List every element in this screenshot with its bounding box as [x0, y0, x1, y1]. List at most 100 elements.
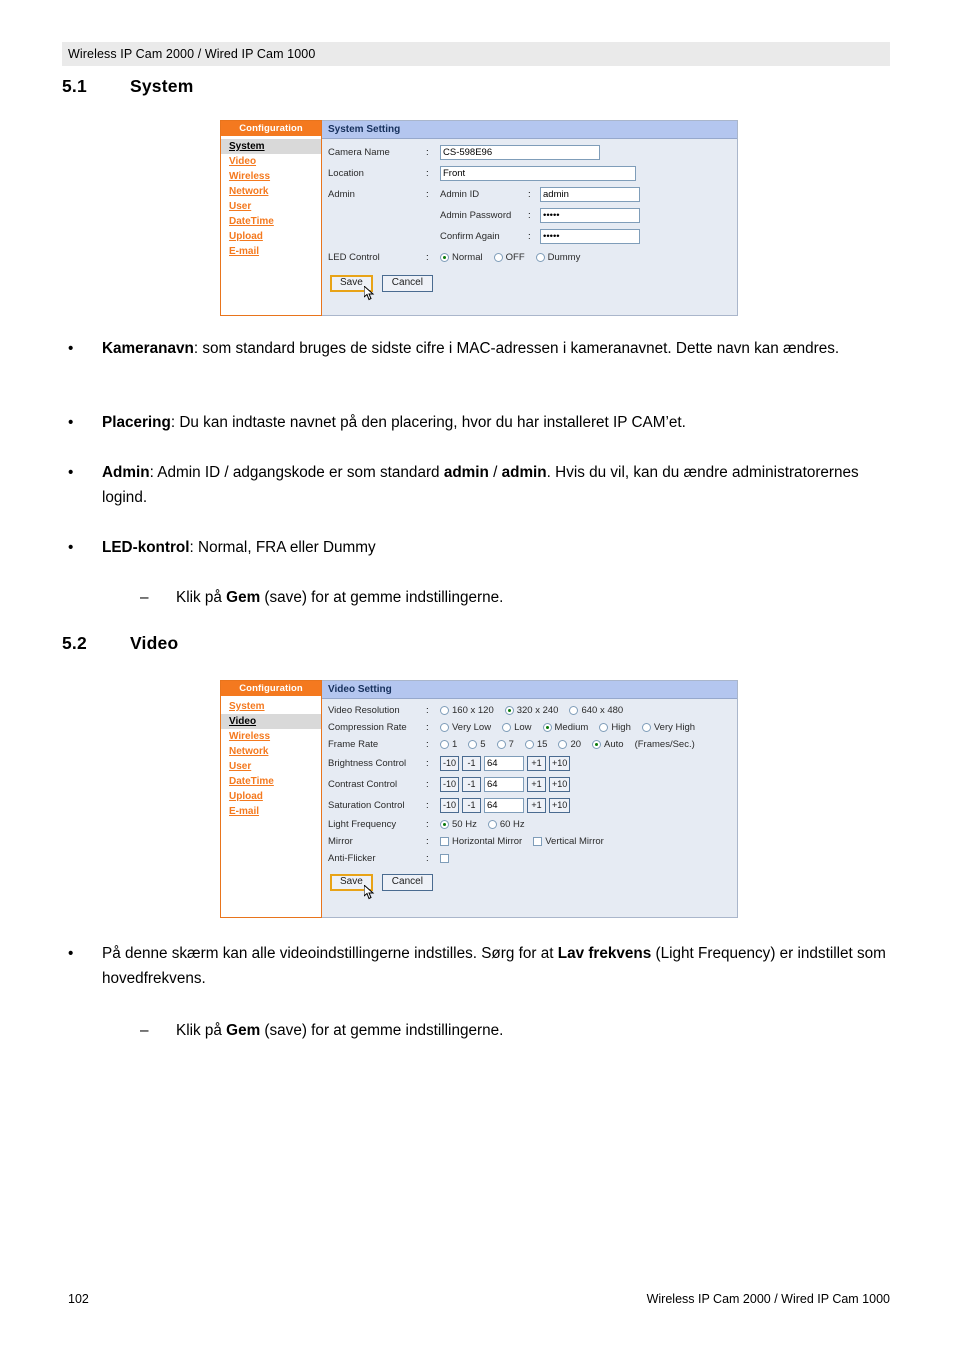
sidebar-item-datetime[interactable]: DateTime	[221, 214, 321, 229]
checkbox-vertical-mirror[interactable]: Vertical Mirror	[533, 836, 604, 847]
brightness-minus-1-button[interactable]: -1	[462, 756, 482, 771]
radio-icon	[440, 740, 449, 749]
sidebar-item-network[interactable]: Network	[221, 184, 321, 199]
radio-light-60hz[interactable]: 60 Hz	[487, 819, 525, 830]
bullet-strong: Kameranavn	[102, 340, 194, 357]
admin-password-input[interactable]	[540, 208, 640, 223]
sidebar-item-network[interactable]: Network	[221, 744, 321, 759]
system-setting-panel: System Setting Camera Name : Location : …	[322, 120, 738, 316]
checkbox-icon	[533, 837, 543, 846]
colon: :	[426, 779, 429, 790]
contrast-minus-1-button[interactable]: -1	[462, 777, 482, 792]
confirm-again-input[interactable]	[540, 229, 640, 244]
sidebar-item-upload[interactable]: Upload	[221, 229, 321, 244]
panel-title-video-setting: Video Setting	[322, 681, 737, 699]
colon: :	[426, 853, 429, 864]
sidebar-item-wireless[interactable]: Wireless	[221, 729, 321, 744]
radio-label: 20	[570, 739, 582, 750]
saturation-minus-1-button[interactable]: -1	[462, 798, 482, 813]
radio-label: 160 x 120	[452, 705, 494, 716]
colon: :	[528, 210, 531, 221]
page-title-section-5-2: 5.2 Video	[62, 633, 178, 654]
mouse-cursor-icon	[364, 286, 375, 301]
subbullet-text: Klik på Gem (save) for at gemme indstill…	[176, 1018, 880, 1043]
checkbox-anti-flicker[interactable]	[440, 854, 452, 863]
bullet-text: Kameranavn: som standard bruges de sidst…	[102, 336, 888, 361]
sidebar-item-email[interactable]: E-mail	[221, 804, 321, 819]
location-input[interactable]	[440, 166, 636, 181]
sidebar-item-upload[interactable]: Upload	[221, 789, 321, 804]
sidebar-item-email[interactable]: E-mail	[221, 244, 321, 259]
brightness-plus-10-button[interactable]: +10	[549, 756, 571, 771]
cancel-button[interactable]: Cancel	[381, 275, 433, 292]
brightness-plus-1-button[interactable]: +1	[527, 756, 547, 771]
bullet-bold-admin-b: admin	[501, 464, 547, 481]
contrast-plus-10-button[interactable]: +10	[549, 777, 571, 792]
radio-icon	[592, 740, 602, 749]
bullet-strong: LED-kontrol	[102, 539, 190, 556]
contrast-plus-1-button[interactable]: +1	[527, 777, 547, 792]
radio-label: 1	[452, 739, 458, 750]
sidebar-item-video[interactable]: Video	[221, 714, 321, 729]
video-setting-body: Video Resolution : 160 x 120 320 x 240 6…	[322, 699, 737, 900]
radio-fps-20[interactable]: 20	[558, 739, 581, 750]
panel-title-system-setting: System Setting	[322, 121, 737, 139]
sidebar-item-system[interactable]: System	[221, 139, 321, 154]
row-admin-password: Admin Password :	[328, 208, 737, 223]
colon: :	[426, 739, 429, 750]
sidebar-item-system[interactable]: System	[221, 699, 321, 714]
checkbox-label: Vertical Mirror	[545, 836, 604, 847]
saturation-minus-10-button[interactable]: -10	[440, 798, 460, 813]
radio-res-320x240[interactable]: 320 x 240	[504, 705, 558, 716]
radio-compression-very-low[interactable]: Very Low	[440, 722, 491, 733]
row-location: Location :	[328, 166, 737, 181]
cancel-button[interactable]: Cancel	[381, 874, 433, 891]
radio-led-off[interactable]: OFF	[493, 252, 525, 263]
brightness-minus-10-button[interactable]: -10	[440, 756, 460, 771]
subbullet-pre: Klik på	[176, 589, 227, 606]
radio-compression-high[interactable]: High	[599, 722, 631, 733]
sidebar-item-datetime[interactable]: DateTime	[221, 774, 321, 789]
row-video-resolution: Video Resolution : 160 x 120 320 x 240 6…	[328, 705, 737, 716]
radio-led-normal[interactable]: Normal	[440, 252, 483, 263]
system-button-row: Save Cancel	[328, 271, 737, 301]
bullet-pre: På denne skærm kan alle videoindstilling…	[102, 945, 558, 962]
radio-compression-very-high[interactable]: Very High	[641, 722, 696, 733]
radio-res-160x120[interactable]: 160 x 120	[440, 705, 494, 716]
sidebar-item-user[interactable]: User	[221, 759, 321, 774]
radio-res-640x480[interactable]: 640 x 480	[569, 705, 623, 716]
saturation-plus-10-button[interactable]: +10	[549, 798, 571, 813]
radio-led-dummy[interactable]: Dummy	[535, 252, 580, 263]
admin-id-input[interactable]	[540, 187, 640, 202]
sidebar-item-video[interactable]: Video	[221, 154, 321, 169]
radio-compression-low[interactable]: Low	[502, 722, 532, 733]
subbullet-strong: Gem	[226, 1022, 261, 1039]
radio-icon	[440, 723, 449, 732]
contrast-minus-10-button[interactable]: -10	[440, 777, 460, 792]
camera-name-input[interactable]	[440, 145, 600, 160]
bullet-text: Admin: Admin ID / adgangskode er som sta…	[102, 460, 888, 510]
subbullet-gem-save-1: – Klik på Gem (save) for at gemme indsti…	[140, 585, 880, 610]
checkbox-label: Horizontal Mirror	[452, 836, 523, 847]
radio-fps-7[interactable]: 7	[496, 739, 514, 750]
row-brightness-control: Brightness Control : -10 -1 +1 +10	[328, 756, 737, 771]
radio-fps-1[interactable]: 1	[440, 739, 457, 750]
radio-label: Very High	[653, 722, 696, 733]
radio-label: Very Low	[452, 722, 492, 733]
radio-fps-5[interactable]: 5	[468, 739, 486, 750]
sidebar-item-wireless[interactable]: Wireless	[221, 169, 321, 184]
saturation-input[interactable]	[484, 798, 525, 813]
contrast-input[interactable]	[484, 777, 525, 792]
colon: :	[426, 147, 429, 158]
checkbox-icon	[440, 854, 449, 863]
radio-fps-auto[interactable]: Auto	[592, 739, 624, 750]
brightness-input[interactable]	[484, 756, 525, 771]
checkbox-horizontal-mirror[interactable]: Horizontal Mirror	[440, 836, 522, 847]
saturation-plus-1-button[interactable]: +1	[527, 798, 547, 813]
radio-fps-15[interactable]: 15	[524, 739, 547, 750]
sidebar-item-user[interactable]: User	[221, 199, 321, 214]
radio-compression-medium[interactable]: Medium	[542, 722, 588, 733]
radio-light-50hz[interactable]: 50 Hz	[440, 819, 477, 830]
subbullet-strong: Gem	[226, 589, 261, 606]
footer-page-number: 102	[68, 1292, 89, 1306]
